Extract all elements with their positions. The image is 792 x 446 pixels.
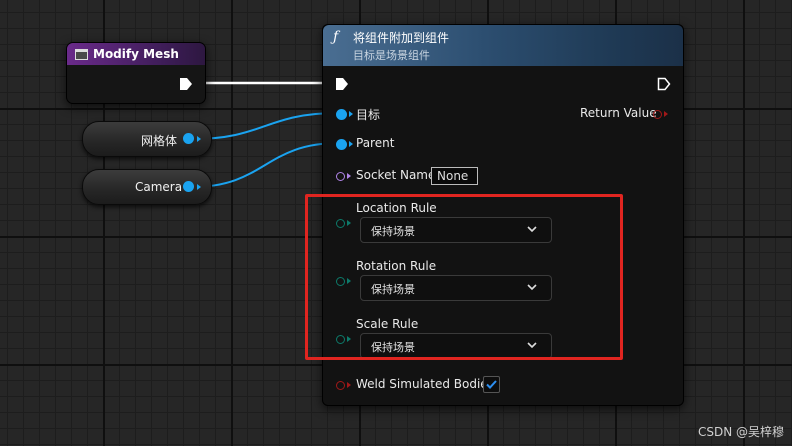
mesh-variable-node[interactable]: 网格体 <box>82 121 212 157</box>
weld-pin-icon[interactable] <box>336 381 345 390</box>
parent-pin-label: Parent <box>356 136 395 150</box>
socket-name-pin-icon[interactable] <box>336 172 345 181</box>
parent-pin-icon[interactable] <box>336 139 347 150</box>
modify-mesh-event-node[interactable]: Modify Mesh <box>66 42 206 104</box>
pin-arrow-icon <box>347 173 351 179</box>
weld-label: Weld Simulated Bodies <box>356 377 494 391</box>
exec-out-pin-icon[interactable] <box>179 77 193 91</box>
pin-arrow-icon <box>197 136 201 142</box>
watermark: CSDN @吴梓穆 <box>697 425 784 439</box>
target-pin-icon[interactable] <box>336 109 347 120</box>
socket-name-label: Socket Name <box>356 168 436 182</box>
function-node-subtitle: 目标是场景组件 <box>353 49 430 62</box>
target-pin-label: 目标 <box>356 108 381 122</box>
variable-label: 网格体 <box>141 134 178 148</box>
object-out-pin-icon[interactable] <box>183 181 194 192</box>
function-node-header: ƒ 将组件附加到组件 目标是场景组件 <box>323 25 683 66</box>
exec-out-pin-icon[interactable] <box>657 77 671 91</box>
highlight-annotation-box <box>305 194 623 360</box>
weld-checkbox[interactable] <box>483 376 500 393</box>
camera-parent-wire <box>191 142 340 188</box>
pin-arrow-icon <box>347 382 351 388</box>
return-value-label: Return Value <box>580 106 657 120</box>
event-icon <box>75 48 88 60</box>
function-node-title: 将组件附加到组件 <box>353 31 450 45</box>
function-f-icon: ƒ <box>333 29 339 45</box>
exec-in-pin-icon[interactable] <box>335 77 349 91</box>
event-node-header: Modify Mesh <box>67 43 205 65</box>
object-out-pin-icon[interactable] <box>183 133 194 144</box>
pin-arrow-icon <box>197 184 201 190</box>
return-value-pin-icon[interactable] <box>653 110 662 119</box>
socket-name-input[interactable]: None <box>431 167 478 185</box>
variable-label: Camera <box>135 180 183 194</box>
camera-variable-node[interactable]: Camera <box>82 169 212 205</box>
pin-arrow-icon <box>664 111 668 117</box>
checkmark-icon <box>486 380 497 389</box>
mesh-target-wire <box>191 112 340 140</box>
event-node-title: Modify Mesh <box>93 47 179 61</box>
pin-arrow-icon <box>349 141 353 147</box>
pin-arrow-icon <box>349 111 353 117</box>
